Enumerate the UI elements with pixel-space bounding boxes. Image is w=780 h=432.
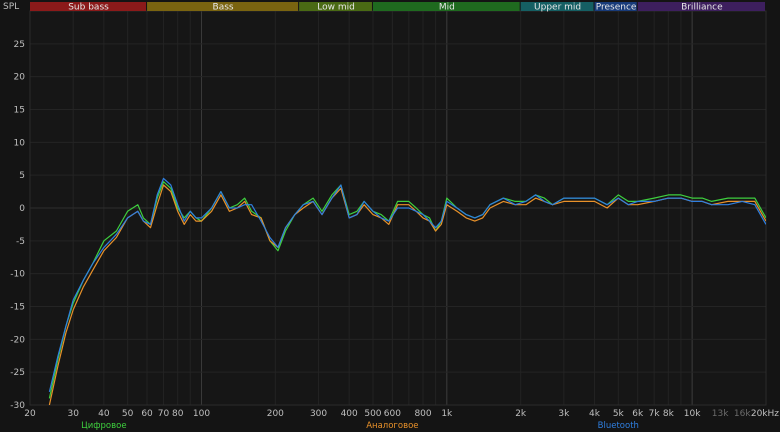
band-label: Sub bass	[68, 3, 109, 13]
x-tick-label: 5k	[613, 409, 625, 419]
x-tick-label: 40	[98, 409, 110, 419]
y-tick-label: -30	[10, 401, 25, 411]
x-tick-label: 300	[310, 409, 327, 419]
x-tick-label: 13k	[712, 409, 729, 419]
y-tick-label: 5	[19, 171, 25, 181]
frequency-response-chart: Sub bass Bass Low mid Mid Upper mid Presence B…	[0, 0, 780, 432]
y-tick-label: 25	[14, 40, 25, 50]
x-tick-label: 500	[364, 409, 381, 419]
x-tick-label: 4k	[589, 409, 601, 419]
x-tick-label: 1k	[441, 409, 453, 419]
y-tick-label: 15	[14, 106, 25, 116]
x-tick-label: 3k	[558, 409, 570, 419]
x-tick-label: 20kHz	[751, 409, 779, 419]
legend-entry: Цифровое	[81, 421, 126, 431]
band-label: Bass	[213, 3, 234, 13]
x-tick-label: 60	[141, 409, 153, 419]
band-label: Presence	[596, 3, 637, 13]
x-tick-label: 200	[267, 409, 284, 419]
x-tick-label: 400	[341, 409, 358, 419]
y-tick-label: -20	[10, 335, 25, 345]
x-tick-label: 2k	[515, 409, 527, 419]
y-tick-label: 10	[14, 138, 26, 148]
x-tick-label: 7k	[649, 409, 661, 419]
y-tick-label: -10	[10, 270, 25, 280]
y-tick-label: 0	[19, 204, 25, 214]
x-tick-label: 80	[172, 409, 184, 419]
x-tick-label: 20	[24, 409, 36, 419]
y-axis-label: SPL	[3, 2, 19, 12]
x-tick-label: 30	[67, 409, 79, 419]
y-tick-label: -25	[10, 368, 25, 378]
x-tick-label: 50	[122, 409, 134, 419]
band-label: Low mid	[317, 3, 355, 13]
band-label: Upper mid	[534, 3, 581, 13]
x-tick-label: 70	[158, 409, 170, 419]
frequency-bands: Sub bass Bass Low mid Mid Upper mid Presence B…	[30, 2, 765, 13]
x-tick-label: 800	[414, 409, 431, 419]
x-tick-label: 6k	[632, 409, 644, 419]
legend-entry: Аналоговое	[366, 421, 418, 431]
x-tick-label: 100	[193, 409, 210, 419]
x-tick-label: 600	[384, 409, 401, 419]
y-tick-label: -15	[10, 303, 25, 313]
legend-entry: Bluetooth	[598, 421, 639, 431]
y-tick-label: -5	[16, 237, 25, 247]
x-tick-label: 10k	[684, 409, 701, 419]
x-tick-label: 16k	[734, 409, 751, 419]
band-label: Mid	[439, 3, 455, 13]
band-label: Brilliance	[681, 3, 723, 13]
x-tick-label: 8k	[663, 409, 675, 419]
y-tick-label: 20	[14, 73, 26, 83]
